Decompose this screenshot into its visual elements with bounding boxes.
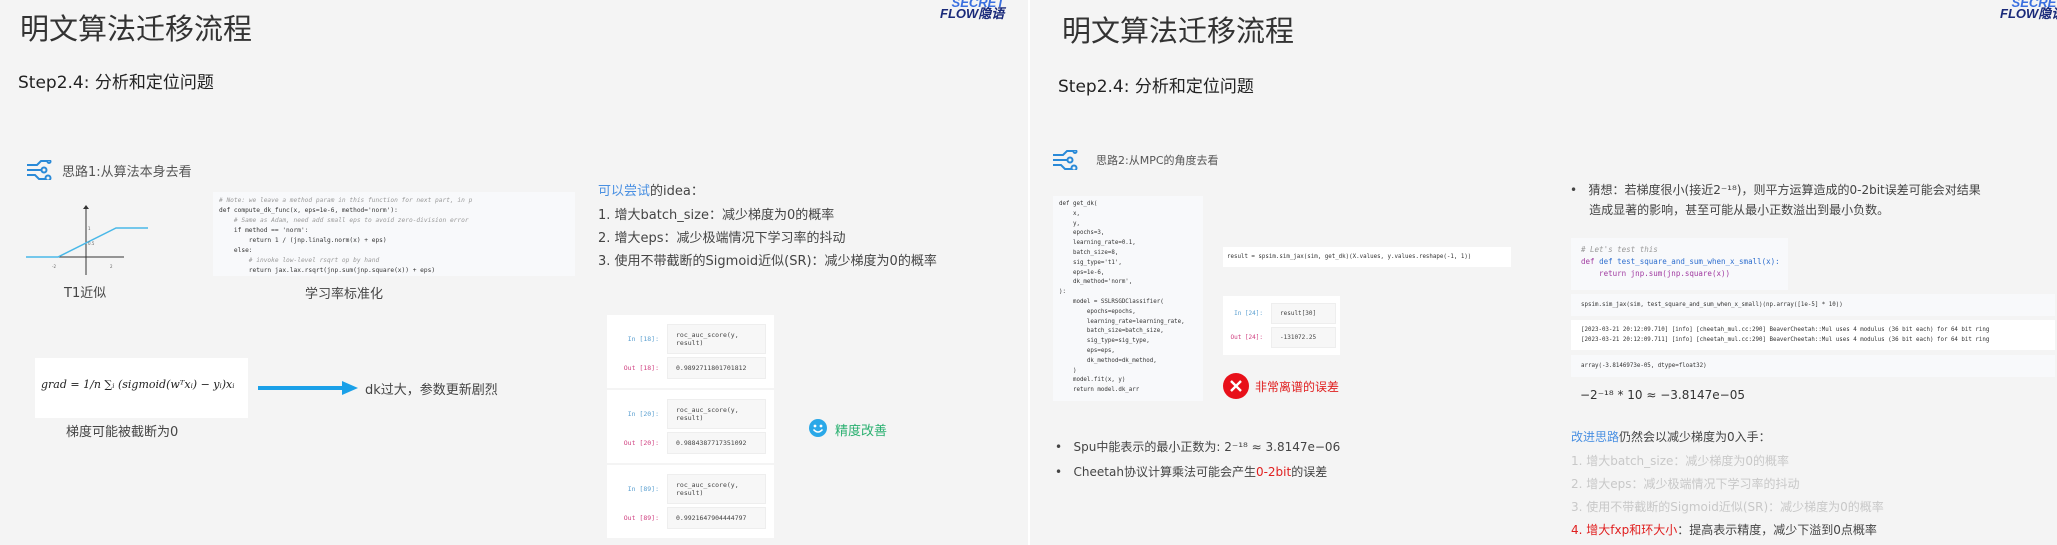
arrow-icon	[258, 381, 358, 395]
lr-label: 学习率标准化	[305, 287, 384, 302]
improve-heading: 改进思路仍然会以减少梯度为0入手：	[1571, 430, 1771, 444]
circuit-icon	[27, 160, 52, 180]
try-heading: 可以尝试的idea：	[598, 184, 704, 199]
tick-2: 2	[110, 264, 113, 269]
step-heading: Step2.4: 分析和定位问题	[1058, 77, 1254, 97]
improve-item: 4. 增大fxp和环大小：提高表示精度，减少下溢到0点概率	[1571, 523, 1877, 537]
formula: −2⁻¹⁸ * 10 ≈ −3.8147e−05	[1580, 388, 1745, 402]
t1-approx-graph: 1 0.5 -2 2	[26, 205, 148, 275]
bullet-item: • Spu中能表示的最小正数为: 2⁻¹⁸ ≈ 3.8147e−06	[1055, 440, 1341, 454]
right-slide: 明文算法迁移流程 SECRETFLOW隐语 Step2.4: 分析和定位问题 思…	[1030, 0, 2057, 545]
improve-item: 1. 增大batch_size：减少梯度为0的概率	[1571, 454, 1790, 468]
idea-heading: 思路2:从MPC的角度去看	[1096, 154, 1219, 167]
step-heading: Step2.4: 分析和定位问题	[18, 73, 214, 93]
tick-neg2: -2	[52, 264, 56, 269]
secretflow-logo: SECRETFLOW隐语	[2000, 0, 2057, 21]
tick-1: 1	[88, 226, 91, 231]
get-dk-code: def get_dk( x, y, epochs=3, learning_rat…	[1053, 196, 1203, 401]
idea-item: 3. 使用不带截断的Sigmoid近似(SR)：减少梯度为0的概率	[598, 254, 937, 269]
left-slide: 明文算法迁移流程 SECRET FLOW隐语 Step2.4: 分析和定位问题 思…	[0, 0, 1028, 545]
notebook-cell: In [18]: roc_auc_score(y, result) Out [18]…	[607, 315, 774, 388]
gradient-formula: grad = 1/n ∑ᵢ (sigmoid(wᵀxᵢ) − yᵢ)xᵢ	[35, 358, 248, 418]
error-x-icon	[1223, 373, 1249, 399]
tick-05: 0.5	[88, 241, 95, 246]
guess-bullet: • 猜想：若梯度很小(接近2⁻¹⁸)，则平方运算造成的0-2bit误差可能会对结…	[1570, 183, 1981, 217]
log-output: [2023-03-21 20:12:09.710] [info] [cheeta…	[1571, 320, 2055, 350]
secretflow-logo: SECRETFLOW隐语	[940, 0, 1005, 21]
improve-text: 精度改善	[835, 424, 888, 439]
notebook-cell: In [89]: roc_auc_score(y, result) Out [89]…	[607, 465, 774, 538]
error-text: 非常离谱的误差	[1255, 380, 1340, 394]
bullet-item: • Cheetah协议计算乘法可能会产生0-2bit的误差	[1055, 465, 1328, 479]
arrow-text: dk过大，参数更新剧烈	[365, 383, 498, 398]
idea-item: 2. 增大eps：减少极端情况下学习率的抖动	[598, 231, 846, 246]
code-block: # Note: we leave a method param in this …	[213, 192, 575, 276]
circuit-icon	[1053, 150, 1078, 170]
notebook-cell: In [24]: result[30] Out [24]: -131072.25	[1223, 296, 1340, 355]
idea-item: 1. 增大batch_size：减少梯度为0的概率	[598, 208, 835, 223]
clip-text: 梯度可能被截断为0	[66, 425, 179, 440]
slide-title: 明文算法迁移流程	[20, 12, 253, 46]
idea-heading: 思路1:从算法本身去看	[62, 165, 192, 180]
slide-title: 明文算法迁移流程	[1062, 14, 1295, 48]
improve-item: 3. 使用不带截断的Sigmoid近似(SR)：减少梯度为0的概率	[1571, 500, 1884, 514]
sim-line: spsim.sim_jax(sim, test_square_and_sum_w…	[1571, 294, 2055, 316]
array-output: array(-3.8146973e-05, dtype=float32)	[1571, 355, 2055, 377]
t1-label: T1近似	[64, 286, 107, 301]
result-line: result = spsim.sim_jax(sim, get_dk)(X.va…	[1223, 247, 1511, 267]
smiley-icon	[809, 419, 827, 437]
improve-item: 2. 增大eps：减少极端情况下学习率的抖动	[1571, 477, 1800, 491]
notebook-cell: In [20]: roc_auc_score(y, result) Out [20]…	[607, 390, 774, 463]
test-code: # Let's test this def def test_square_and…	[1571, 238, 1788, 290]
